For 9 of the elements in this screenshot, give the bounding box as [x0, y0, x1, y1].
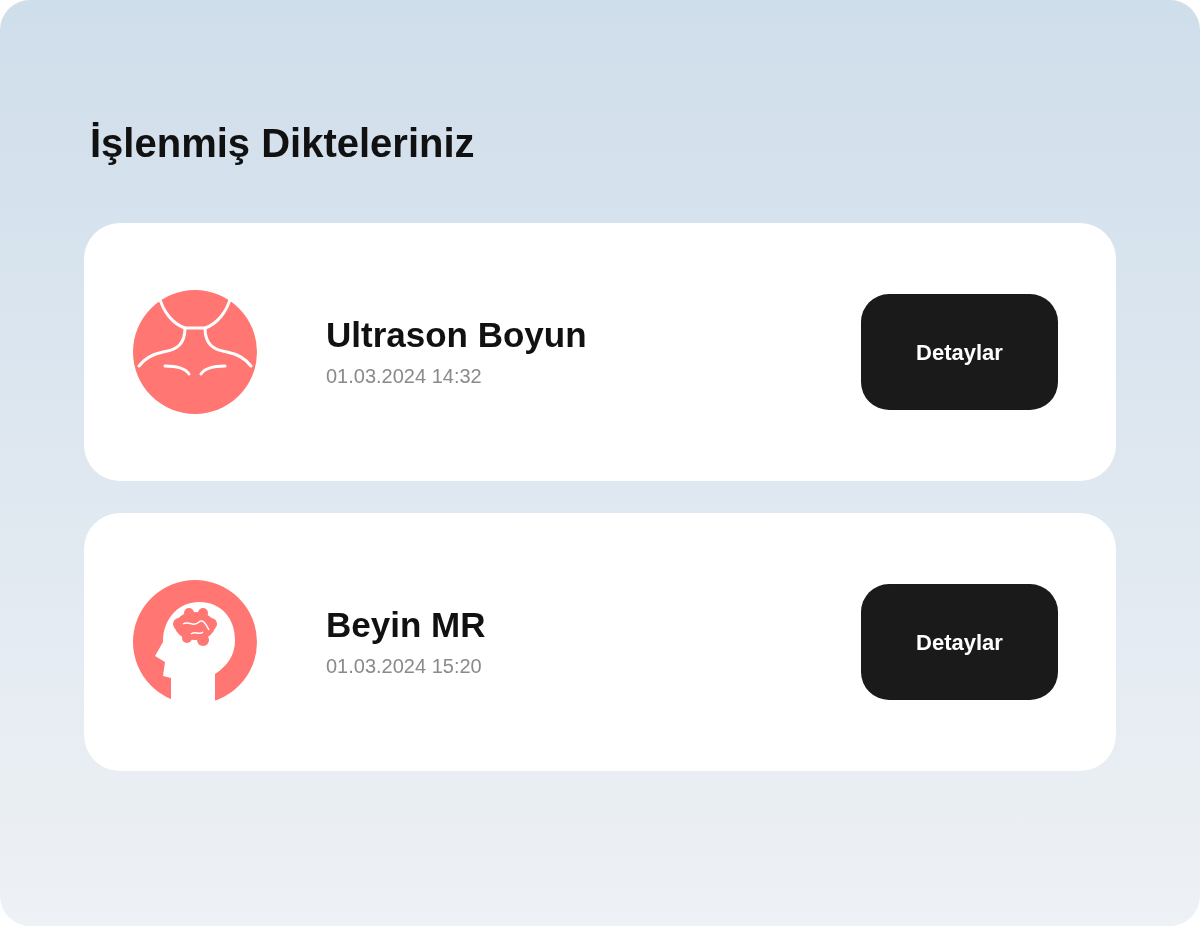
details-button[interactable]: Detaylar — [861, 584, 1058, 700]
neck-icon — [133, 290, 257, 414]
dictation-title: Beyin MR — [326, 604, 486, 647]
dictation-date: 01.03.2024 15:20 — [326, 653, 482, 679]
details-button[interactable]: Detaylar — [861, 294, 1058, 410]
dictation-date: 01.03.2024 14:32 — [326, 363, 482, 389]
head-brain-icon — [133, 580, 257, 704]
dictation-title: Ultrason Boyun — [326, 314, 587, 357]
page-title: İşlenmiş Dikteleriniz — [90, 120, 475, 167]
